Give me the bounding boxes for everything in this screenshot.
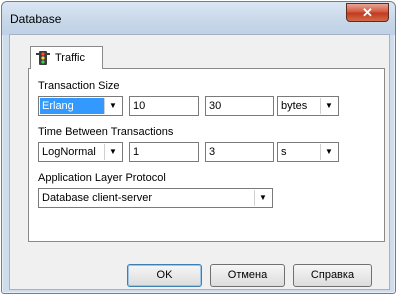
protocol-select[interactable]: Database client-server ▼ — [38, 188, 273, 208]
transaction-size-label: Transaction Size — [38, 80, 120, 92]
tab-label: Traffic — [55, 52, 85, 64]
time-between-param1-input[interactable]: 1 — [129, 142, 199, 162]
dialog-client-area: Traffic Transaction Size Erlang ▼ 10 30 … — [9, 34, 390, 290]
transaction-size-param1-input[interactable]: 10 — [129, 96, 199, 116]
cancel-button[interactable]: Отмена — [210, 264, 285, 287]
protocol-value: Database client-server — [42, 192, 153, 204]
transaction-size-unit-select[interactable]: bytes ▼ — [277, 96, 339, 116]
traffic-panel: Transaction Size Erlang ▼ 10 30 bytes ▼ … — [28, 68, 385, 242]
time-between-unit-value: s — [281, 146, 287, 158]
chevron-down-icon[interactable]: ▼ — [104, 144, 121, 160]
chevron-down-icon[interactable]: ▼ — [320, 98, 337, 114]
transaction-size-unit-value: bytes — [281, 100, 308, 112]
help-button[interactable]: Справка — [293, 264, 372, 287]
transaction-size-distribution-select[interactable]: Erlang ▼ — [38, 96, 123, 116]
time-between-distribution-select[interactable]: LogNormal ▼ — [38, 142, 123, 162]
time-between-label: Time Between Transactions — [38, 126, 174, 138]
close-button[interactable]: ✕ — [346, 3, 389, 22]
transaction-size-param1-value: 10 — [133, 100, 146, 112]
transaction-size-param2-input[interactable]: 30 — [205, 96, 274, 116]
time-between-distribution-value: LogNormal — [42, 146, 96, 158]
dialog-window: Database ✕ Traffic Transaction Size Erla… — [1, 1, 396, 294]
traffic-light-icon — [36, 51, 50, 65]
tab-traffic[interactable]: Traffic — [30, 46, 103, 69]
chevron-down-icon[interactable]: ▼ — [320, 144, 337, 160]
close-icon: ✕ — [362, 5, 373, 20]
chevron-down-icon[interactable]: ▼ — [254, 190, 271, 206]
time-between-unit-select[interactable]: s ▼ — [277, 142, 339, 162]
window-title: Database — [10, 12, 62, 26]
time-between-param1-value: 1 — [133, 146, 140, 158]
transaction-size-param2-value: 30 — [209, 100, 222, 112]
title-bar[interactable]: Database ✕ — [2, 2, 395, 35]
transaction-size-distribution-value: Erlang — [40, 98, 104, 114]
chevron-down-icon[interactable]: ▼ — [104, 98, 121, 114]
time-between-param2-value: 3 — [209, 146, 216, 158]
ok-button[interactable]: OK — [127, 264, 202, 287]
protocol-label: Application Layer Protocol — [38, 172, 166, 184]
time-between-param2-input[interactable]: 3 — [205, 142, 274, 162]
